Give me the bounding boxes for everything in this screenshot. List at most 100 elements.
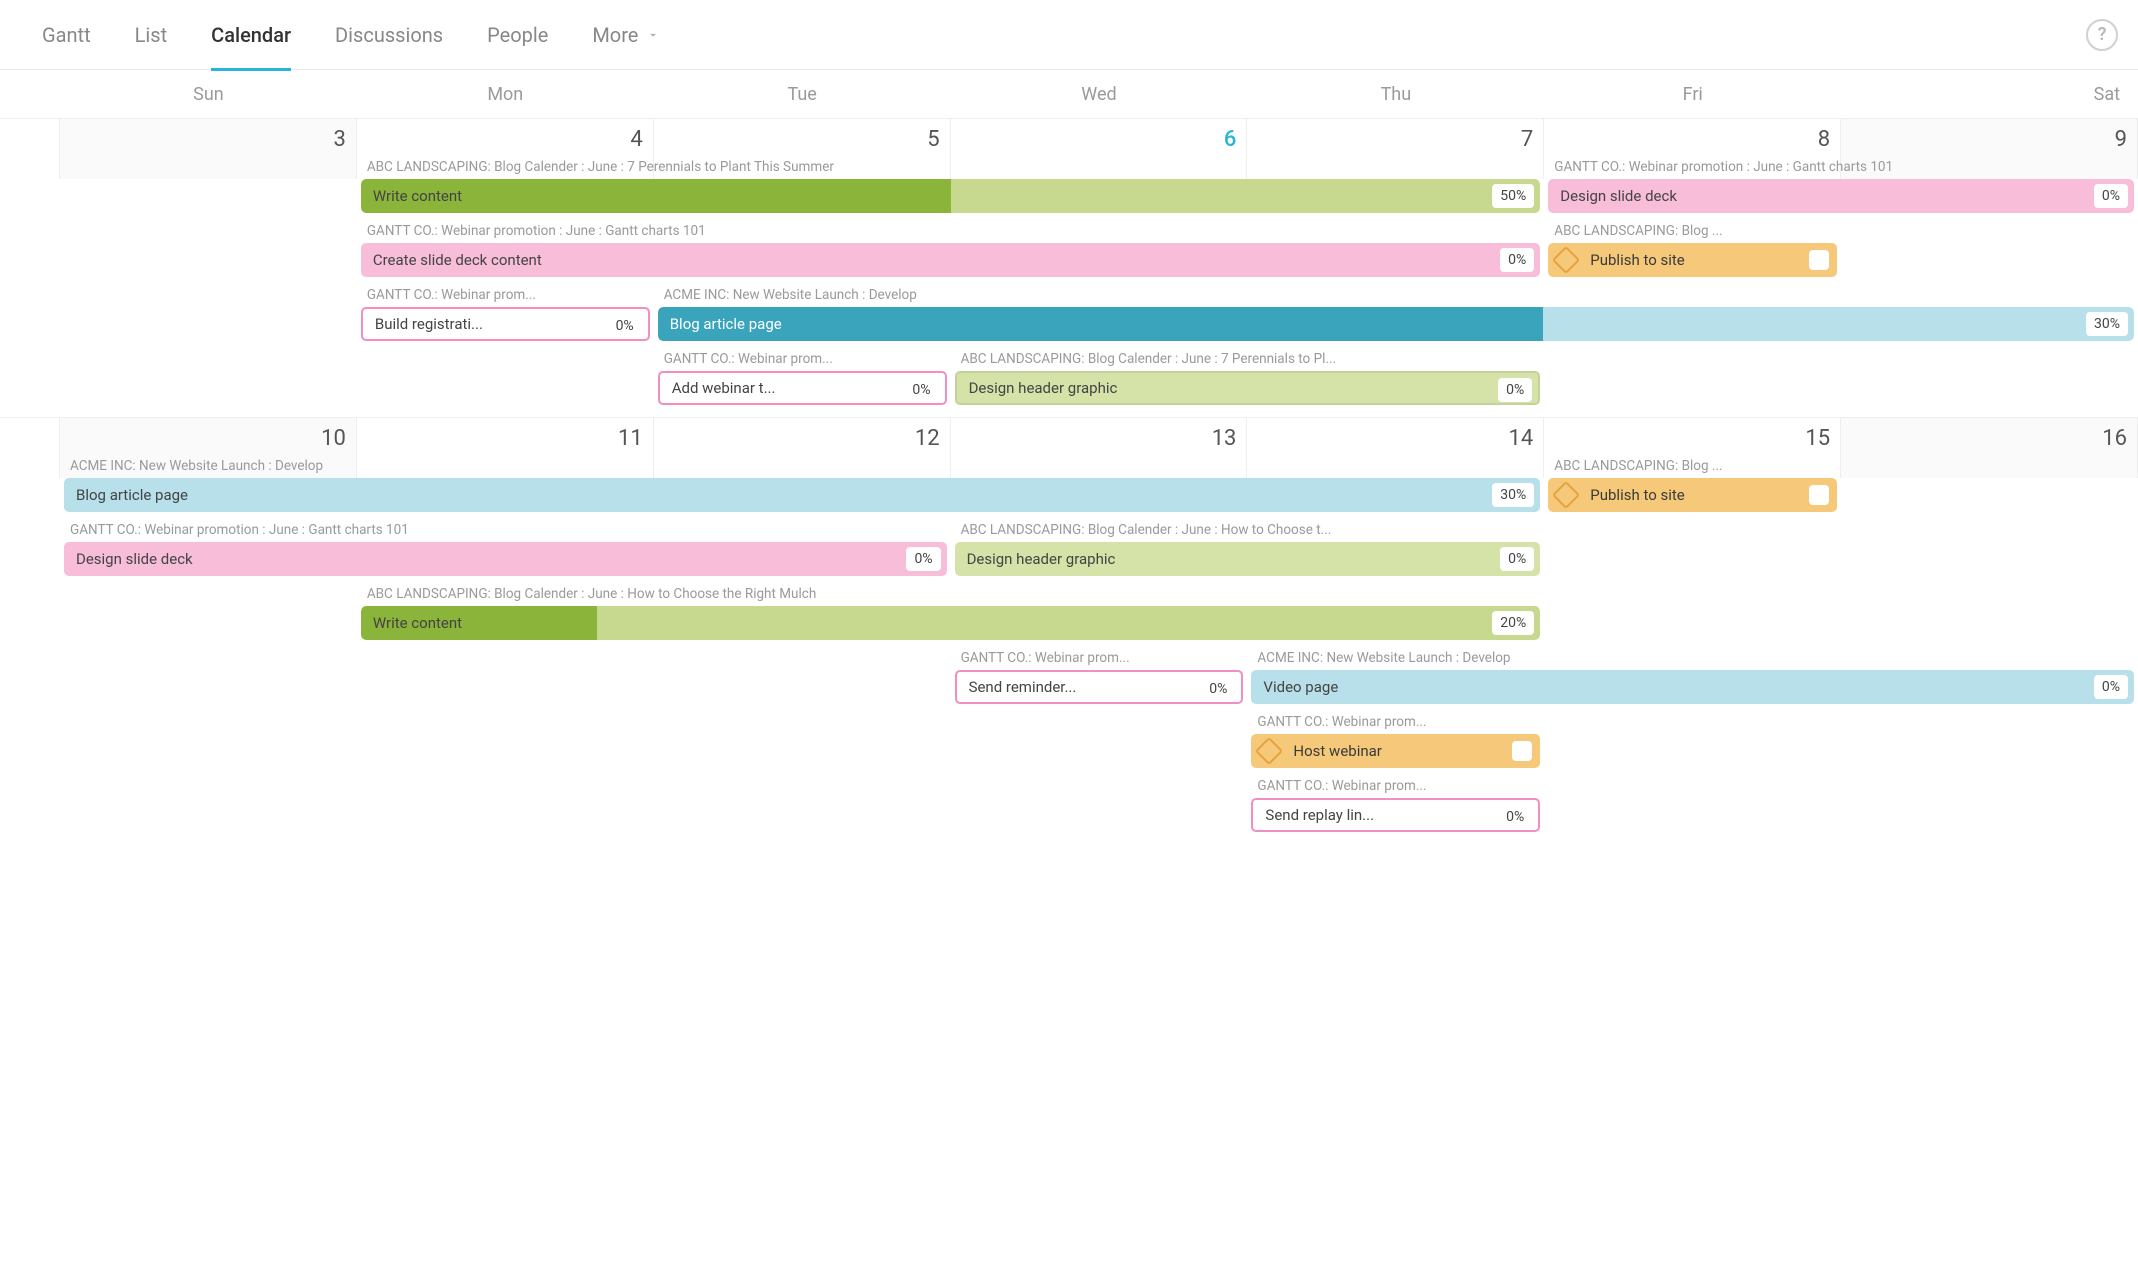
day-cell[interactable]: 16 <box>1841 418 2138 478</box>
day-number: 14 <box>1247 424 1533 451</box>
task-row: GANTT CO.: Webinar prom...ABC LANDSCAPIN… <box>0 371 2138 405</box>
progress-segment: Write content <box>361 179 951 213</box>
task-group-label: ABC LANDSCAPING: Blog ... <box>1544 456 1841 476</box>
task-group-label: ACME INC: New Website Launch : Develop <box>60 456 1544 476</box>
milestone-bar[interactable]: Publish to site <box>1548 478 1837 512</box>
task-bar[interactable]: Design header graphic 0% <box>955 371 1541 405</box>
day-number: 5 <box>654 125 940 152</box>
progress-segment: Write content <box>361 606 597 640</box>
milestone-checkbox[interactable] <box>1809 485 1829 505</box>
task-bar[interactable]: Send replay lin... 0% <box>1251 798 1540 832</box>
task-label: Design slide deck <box>76 550 193 568</box>
task-bar[interactable]: Write content 20% <box>361 606 1540 640</box>
task-group-label: GANTT CO.: Webinar prom... <box>951 648 1248 668</box>
task-percent: 0% <box>2094 184 2128 208</box>
milestone-bar[interactable]: Host webinar <box>1251 734 1540 768</box>
milestone-label: Host webinar <box>1293 742 1381 760</box>
progress-segment <box>597 606 1541 640</box>
task-row: GANTT CO.: Webinar prom... Host webinar <box>0 734 2138 768</box>
help-icon[interactable]: ? <box>2086 19 2118 51</box>
task-bar[interactable]: Build registrati... 0% <box>361 307 650 341</box>
task-row: GANTT CO.: Webinar prom... Send replay l… <box>0 798 2138 832</box>
tab-more[interactable]: More <box>570 0 682 70</box>
task-percent: 0% <box>1498 805 1532 829</box>
tab-people[interactable]: People <box>465 0 570 70</box>
day-cell[interactable]: 3 <box>60 119 357 179</box>
diamond-icon <box>1552 481 1580 509</box>
milestone-checkbox[interactable] <box>1512 741 1532 761</box>
dh-sun: Sun <box>60 84 357 105</box>
calendar: Sun Mon Tue Wed Thu Fri Sat 3456789ABC L… <box>0 70 2138 844</box>
task-rows: ACME INC: New Website Launch : DevelopAB… <box>0 478 2138 844</box>
diamond-icon <box>1255 737 1283 765</box>
task-group-label: ABC LANDSCAPING: Blog Calender : June : … <box>951 349 1545 369</box>
task-row: GANTT CO.: Webinar promotion : June : Ga… <box>0 243 2138 277</box>
task-percent: 0% <box>1500 248 1534 272</box>
task-group-label: ABC LANDSCAPING: Blog Calender : June : … <box>357 584 1544 604</box>
dh-mon: Mon <box>357 84 654 105</box>
task-label: Send replay lin... <box>1265 806 1374 824</box>
tab-gantt[interactable]: Gantt <box>20 0 113 70</box>
task-label: Write content <box>361 187 462 205</box>
day-number: 16 <box>1841 424 2127 451</box>
tab-list[interactable]: List <box>113 0 190 70</box>
task-percent: 30% <box>2086 312 2128 336</box>
milestone-bar[interactable]: Publish to site <box>1548 243 1837 277</box>
day-headers: Sun Mon Tue Wed Thu Fri Sat <box>0 70 2138 118</box>
milestone-checkbox[interactable] <box>1809 250 1829 270</box>
gutter <box>0 418 60 478</box>
tab-calendar[interactable]: Calendar <box>189 0 313 70</box>
task-row: GANTT CO.: Webinar promotion : June : Ga… <box>0 542 2138 576</box>
task-percent: 0% <box>904 378 938 402</box>
progress-segment: Blog article page <box>658 307 1544 341</box>
task-group-label: ABC LANDSCAPING: Blog Calender : June : … <box>357 157 1544 177</box>
task-percent: 50% <box>1492 184 1534 208</box>
day-number: 4 <box>357 125 643 152</box>
task-group-label: ABC LANDSCAPING: Blog Calender : June : … <box>951 520 1545 540</box>
task-group-label: ABC LANDSCAPING: Blog ... <box>1544 221 1841 241</box>
task-label: Blog article page <box>658 315 782 333</box>
day-number: 12 <box>654 424 940 451</box>
tab-more-label: More <box>592 23 638 47</box>
task-label: Blog article page <box>76 486 188 504</box>
dh-fri: Fri <box>1544 84 1841 105</box>
task-bar[interactable]: Design slide deck 0% <box>1548 179 2134 213</box>
task-percent: 20% <box>1492 611 1534 635</box>
task-bar[interactable]: Send reminder... 0% <box>955 670 1244 704</box>
task-label: Design slide deck <box>1560 187 1677 205</box>
task-bar[interactable]: Create slide deck content 0% <box>361 243 1540 277</box>
task-percent: 0% <box>906 547 940 571</box>
view-tabs: Gantt List Calendar Discussions People M… <box>0 0 2138 70</box>
day-number: 7 <box>1247 125 1533 152</box>
task-bar[interactable]: Design header graphic 0% <box>955 542 1541 576</box>
day-number: 9 <box>1841 125 2127 152</box>
dh-tue: Tue <box>654 84 951 105</box>
task-bar[interactable]: Add webinar t... 0% <box>658 371 947 405</box>
task-percent: 30% <box>1492 483 1534 507</box>
task-label: Design header graphic <box>969 379 1118 397</box>
gutter <box>0 119 60 179</box>
task-bar[interactable]: Write content 50% <box>361 179 1540 213</box>
task-label: Send reminder... <box>969 678 1077 696</box>
day-number: 11 <box>357 424 643 451</box>
task-bar[interactable]: Blog article page 30% <box>64 478 1540 512</box>
dh-thu: Thu <box>1247 84 1544 105</box>
task-label: Add webinar t... <box>672 379 776 397</box>
task-group-label: GANTT CO.: Webinar prom... <box>1247 712 1544 732</box>
task-bar[interactable]: Blog article page 30% <box>658 307 2134 341</box>
task-group-label: GANTT CO.: Webinar prom... <box>357 285 654 305</box>
task-row: ACME INC: New Website Launch : DevelopAB… <box>0 478 2138 512</box>
milestone-label: Publish to site <box>1590 486 1684 504</box>
task-group-label: GANTT CO.: Webinar promotion : June : Ga… <box>1544 157 2138 177</box>
tab-discussions[interactable]: Discussions <box>313 0 465 70</box>
chevron-down-icon <box>646 23 660 47</box>
progress-segment <box>951 179 1541 213</box>
task-group-label: GANTT CO.: Webinar prom... <box>654 349 951 369</box>
task-group-label: GANTT CO.: Webinar promotion : June : Ga… <box>60 520 951 540</box>
dh-wed: Wed <box>951 84 1248 105</box>
task-percent: 0% <box>1500 547 1534 571</box>
task-bar[interactable]: Design slide deck 0% <box>64 542 947 576</box>
task-label: Write content <box>361 614 462 632</box>
task-row: ABC LANDSCAPING: Blog Calender : June : … <box>0 606 2138 640</box>
task-bar[interactable]: Video page 0% <box>1251 670 2134 704</box>
